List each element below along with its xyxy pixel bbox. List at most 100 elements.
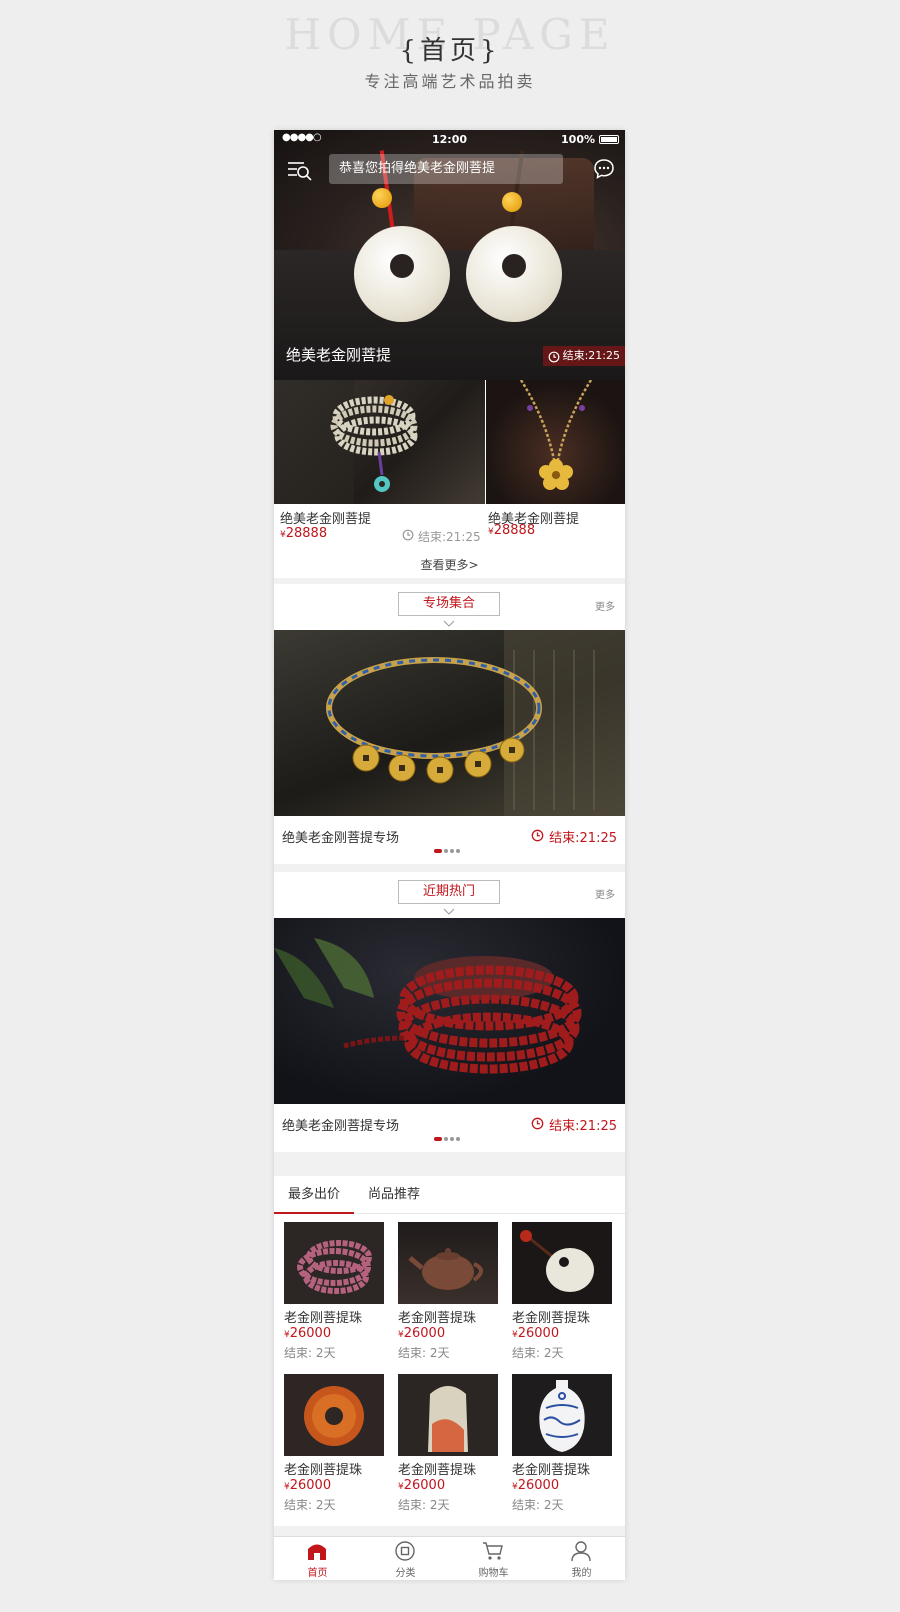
product-name: 老金刚菩提珠	[398, 1311, 477, 1326]
grid-product-card[interactable]: 老金刚菩提珠 ¥26000 结束: 2天	[284, 1222, 384, 1372]
tab-bar-label: 购物车	[478, 1568, 509, 1579]
grid-product-card[interactable]: 老金刚菩提珠 ¥26000 结束: 2天	[398, 1222, 498, 1372]
product-price: ¥28888	[488, 523, 536, 538]
tab-bar-cart[interactable]: 购物车	[450, 1537, 537, 1580]
product-end-time: 结束: 2天	[512, 1346, 564, 1360]
message-icon[interactable]	[593, 158, 615, 180]
section-countdown: 结束:21:25	[531, 1115, 617, 1134]
section-more-link[interactable]: 更多	[595, 886, 615, 901]
mala-bracelet-image	[274, 380, 485, 504]
product-end-time: 结束: 2天	[398, 1498, 450, 1512]
search-bar[interactable]: 恭喜您拍得绝美老金刚菩提	[329, 154, 563, 184]
presentation-header: HOME PAGE {首页} 专注高端艺术品拍卖	[0, 0, 900, 110]
tab-bar-label: 分类	[395, 1568, 416, 1579]
hero-title: 绝美老金刚菩提	[286, 346, 392, 364]
section-caption: 绝美老金刚菩提专场	[282, 831, 400, 846]
tab-bar-profile[interactable]: 我的	[538, 1537, 625, 1580]
grid-product-card[interactable]: 老金刚菩提珠 ¥26000 结束: 2天	[512, 1374, 612, 1524]
menu-search-icon[interactable]	[286, 156, 314, 184]
product-card[interactable]: 绝美老金刚菩提 ¥28888	[486, 380, 625, 545]
see-more-link[interactable]: 查看更多>	[274, 556, 625, 573]
section-countdown: 结束:21:25	[531, 827, 617, 846]
product-price: ¥26000	[398, 1326, 446, 1341]
porcelain-vase-image	[512, 1374, 612, 1456]
product-end-time: 结束: 2天	[398, 1346, 450, 1360]
tab-bar-category[interactable]: 分类	[362, 1537, 449, 1580]
tab-bar-label: 我的	[571, 1568, 592, 1579]
product-tabs: 最多出价 尚品推荐	[274, 1176, 625, 1214]
status-bar: ●●●●○ 12:00 100%	[274, 130, 625, 150]
product-name: 老金刚菩提珠	[512, 1311, 591, 1326]
product-end-time: 结束: 2天	[512, 1498, 564, 1512]
hero-banner[interactable]: ●●●●○ 12:00 100% 恭喜您拍得绝美老金刚菩提 绝美老金刚菩提 结束…	[274, 130, 625, 380]
section-heading: 近期热门	[398, 880, 500, 904]
amber-bead-image	[502, 192, 522, 212]
section-caption: 绝美老金刚菩提专场	[282, 1119, 400, 1134]
battery-icon	[599, 135, 619, 144]
cart-icon	[482, 1540, 504, 1562]
phone-screen: ●●●●○ 12:00 100% 恭喜您拍得绝美老金刚菩提 绝美老金刚菩提 结束…	[274, 130, 625, 1580]
product-card[interactable]: 绝美老金刚菩提 ¥28888 结束:21:25	[274, 380, 485, 545]
recent-hot-section: 近期热门 更多 绝美老金刚菩提专场 结束:21:25	[274, 872, 625, 1152]
jade-disc-image	[466, 226, 562, 322]
hero-countdown-text: 结束:21:25	[562, 349, 620, 362]
pager-dot	[444, 1137, 448, 1141]
category-icon	[394, 1540, 416, 1562]
presentation-title: {首页}	[399, 36, 501, 66]
clay-teapot-image	[398, 1222, 498, 1304]
carousel-pager[interactable]	[434, 849, 462, 853]
hero-countdown-badge: 结束:21:25	[542, 346, 625, 366]
clock-icon	[531, 829, 544, 846]
grid-product-card[interactable]: 老金刚菩提珠 ¥26000 结束: 2天	[398, 1374, 498, 1524]
grid-product-card[interactable]: 老金刚菩提珠 ¥26000 结束: 2天	[512, 1222, 612, 1372]
chevron-down-icon	[443, 614, 455, 627]
pager-dot-active	[434, 849, 442, 853]
tab-recommended[interactable]: 尚品推荐	[354, 1176, 434, 1214]
product-name: 老金刚菩提珠	[284, 1311, 363, 1326]
product-name: 老金刚菩提珠	[284, 1463, 363, 1478]
clock-icon	[548, 350, 560, 363]
pager-dot-active	[434, 1137, 442, 1141]
product-name: 绝美老金刚菩提	[280, 512, 372, 527]
product-price: ¥26000	[512, 1326, 560, 1341]
clock-icon	[402, 529, 414, 544]
carved-stone-image	[398, 1374, 498, 1456]
coin-bracelet-banner-image[interactable]	[274, 630, 625, 816]
product-price: ¥28888	[280, 526, 328, 541]
pager-dot	[456, 1137, 460, 1141]
product-end-time: 结束: 2天	[284, 1498, 336, 1512]
tab-most-bids[interactable]: 最多出价	[274, 1176, 354, 1214]
bottom-tab-bar: 首页 分类 购物车 我的	[274, 1536, 625, 1580]
jade-disc-image	[354, 226, 450, 322]
section-heading: 专场集合	[398, 592, 500, 616]
gold-flower-pendant-image	[486, 380, 625, 504]
section-more-link[interactable]: 更多	[595, 598, 615, 613]
product-name: 老金刚菩提珠	[512, 1463, 591, 1478]
profile-icon	[570, 1540, 592, 1562]
product-price: ¥26000	[512, 1478, 560, 1493]
purple-bead-necklace-image	[284, 1222, 384, 1304]
home-icon	[306, 1540, 328, 1562]
clock-icon	[531, 1117, 544, 1134]
product-end-time: 结束: 2天	[284, 1346, 336, 1360]
ranked-products-section: 最多出价 尚品推荐 老金刚菩提珠 ¥26000 结束: 2天 老金刚菩提珠 ¥2…	[274, 1176, 625, 1526]
presentation-subtitle: 专注高端艺术品拍卖	[364, 72, 536, 91]
grid-product-card[interactable]: 老金刚菩提珠 ¥26000 结束: 2天	[284, 1374, 384, 1524]
special-collection-section: 专场集合 更多 绝美老金刚菩提专场 结束:21:25	[274, 584, 625, 864]
product-price: ¥26000	[284, 1478, 332, 1493]
pager-dot	[444, 849, 448, 853]
tab-bar-label: 首页	[307, 1568, 328, 1579]
product-name: 老金刚菩提珠	[398, 1463, 477, 1478]
featured-products: 绝美老金刚菩提 ¥28888 结束:21:25 绝美老金刚菩提 ¥28888 查…	[274, 380, 625, 578]
red-beads-banner-image[interactable]	[274, 918, 625, 1104]
pager-dot	[456, 849, 460, 853]
product-countdown: 结束:21:25	[402, 528, 481, 545]
agate-disc-image	[284, 1374, 384, 1456]
carousel-pager[interactable]	[434, 1137, 462, 1141]
pager-dot	[450, 1137, 454, 1141]
product-price: ¥26000	[284, 1326, 332, 1341]
tab-bar-home[interactable]: 首页	[274, 1537, 361, 1580]
chevron-down-icon	[443, 902, 455, 915]
jade-pendant-image	[512, 1222, 612, 1304]
battery-percent: 100%	[561, 133, 595, 146]
